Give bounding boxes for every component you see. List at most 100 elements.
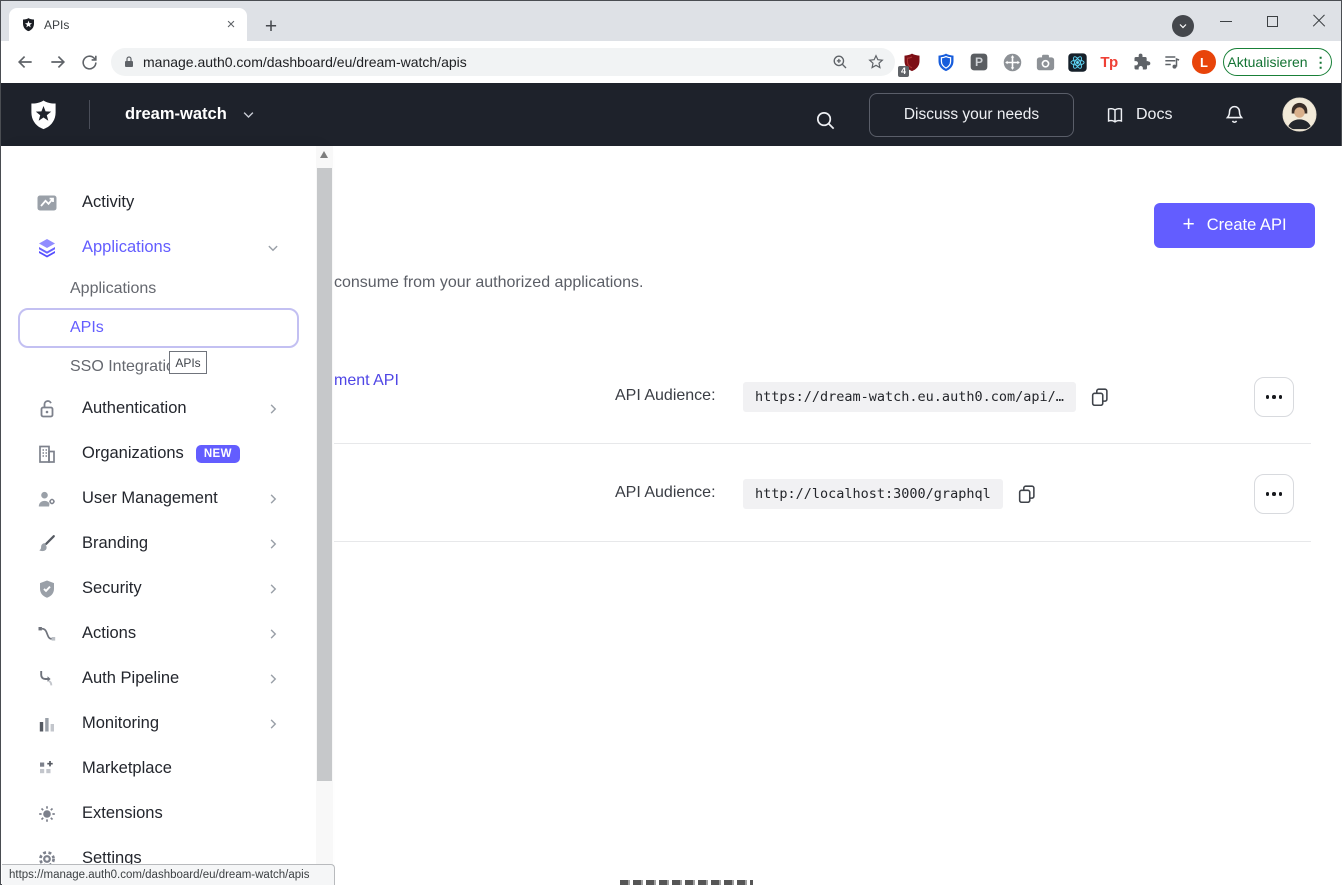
update-label: Aktualisieren: [1227, 54, 1307, 70]
sidebar-item-branding[interactable]: Branding: [2, 521, 316, 566]
copy-icon[interactable]: [1089, 386, 1111, 408]
docs-link[interactable]: Docs: [1104, 83, 1172, 146]
back-icon[interactable]: [9, 46, 41, 78]
discuss-your-needs-button[interactable]: Discuss your needs: [869, 93, 1074, 137]
api-audience-value: http://localhost:3000/graphql: [743, 479, 1003, 509]
sidebar-item-security[interactable]: Security: [2, 566, 316, 611]
flow-icon: [35, 622, 59, 646]
chevron-down-icon: [241, 107, 256, 122]
book-icon: [1104, 104, 1126, 126]
create-api-button[interactable]: + Create API: [1154, 203, 1315, 248]
plus-icon: +: [1182, 213, 1194, 237]
api-name-link[interactable]: ment API: [334, 372, 399, 390]
ublock-badge: 4: [898, 66, 909, 77]
camera-extension-icon[interactable]: [1033, 50, 1057, 74]
page-content: + Create API consume from your authorize…: [2, 146, 1342, 885]
tampermonkey-tp-extension-icon[interactable]: Tp: [1097, 50, 1121, 74]
apis-tooltip: APIs: [169, 351, 207, 374]
sidebar-item-actions[interactable]: Actions: [2, 611, 316, 656]
building-icon: [35, 442, 59, 466]
sidebar-item-marketplace[interactable]: Marketplace: [2, 746, 316, 791]
tenant-name: dream-watch: [125, 105, 227, 124]
sidebar-subitem-apis[interactable]: APIs: [2, 308, 316, 348]
lock-icon: [35, 397, 59, 421]
url-text: manage.auth0.com/dashboard/eu/dream-watc…: [143, 54, 831, 70]
close-button[interactable]: [1297, 1, 1341, 41]
row-menu-button[interactable]: [1254, 474, 1294, 514]
bookmark-star-icon[interactable]: [867, 53, 885, 71]
chevron-down-icon: [264, 239, 282, 257]
scrollbar-up-arrow[interactable]: [320, 151, 328, 158]
chevron-right-icon: [264, 625, 282, 643]
clipped-text-sliver: [620, 880, 753, 885]
page-intro-text: consume from your authorized application…: [334, 274, 644, 292]
tenant-switcher[interactable]: dream-watch: [125, 83, 256, 146]
sidebar-item-extensions[interactable]: Extensions: [2, 791, 316, 836]
playlist-extension-icon[interactable]: [1160, 50, 1184, 74]
chevron-right-icon: [264, 715, 282, 733]
auth0-logo[interactable]: [27, 98, 60, 131]
sidebar-scrollbar[interactable]: [316, 146, 333, 885]
sidebar-subitem-applications[interactable]: Applications: [2, 270, 316, 308]
bar-chart-icon: [35, 712, 59, 736]
browser-tab[interactable]: APIs ×: [9, 8, 247, 41]
grid-plus-icon: [35, 757, 59, 781]
extensions-burst-icon: [35, 802, 59, 826]
extensions-puzzle-icon[interactable]: [1129, 50, 1153, 74]
minimize-button[interactable]: [1204, 1, 1248, 41]
api-audience-label: API Audience:: [615, 387, 716, 405]
sidebar: Activity Applications Applications APIs …: [2, 146, 316, 885]
chevron-right-icon: [264, 670, 282, 688]
tab-search-button[interactable]: [1172, 15, 1194, 37]
browser-window: APIs × + manage.auth0.com/dashboard/eu/d…: [0, 0, 1342, 885]
react-devtools-extension-icon[interactable]: [1065, 50, 1089, 74]
sidebar-item-user-management[interactable]: User Management: [2, 476, 316, 521]
scrollbar-thumb[interactable]: [317, 168, 332, 781]
copy-icon[interactable]: [1016, 483, 1038, 505]
shield-check-icon: [35, 577, 59, 601]
chevron-right-icon: [264, 490, 282, 508]
move-tool-extension-icon[interactable]: [1000, 50, 1024, 74]
zoom-indicator-icon[interactable]: [831, 53, 849, 71]
titlebar: APIs × +: [1, 1, 1341, 41]
sidebar-item-organizations[interactable]: Organizations NEW: [2, 431, 316, 476]
search-icon[interactable]: [814, 109, 837, 132]
layers-icon: [35, 236, 59, 260]
chevron-right-icon: [264, 580, 282, 598]
new-tab-button[interactable]: +: [257, 13, 285, 41]
sidebar-item-monitoring[interactable]: Monitoring: [2, 701, 316, 746]
pipeline-icon: [35, 667, 59, 691]
tab-close-icon[interactable]: ×: [223, 17, 239, 33]
chrome-update-button[interactable]: Aktualisieren ⋮: [1223, 48, 1332, 76]
reload-icon[interactable]: [73, 46, 105, 78]
maximize-button[interactable]: [1250, 1, 1294, 41]
api-audience-label: API Audience:: [615, 484, 716, 502]
p-extension-letter: P: [967, 50, 991, 74]
forward-icon[interactable]: [42, 46, 74, 78]
p-extension-icon[interactable]: P: [967, 50, 991, 74]
new-badge: NEW: [196, 445, 240, 463]
tab-title: APIs: [44, 18, 223, 32]
browser-toolbar: manage.auth0.com/dashboard/eu/dream-watc…: [1, 41, 1341, 83]
sidebar-item-applications[interactable]: Applications: [2, 225, 316, 270]
nav-divider: [89, 100, 90, 129]
chrome-profile-avatar[interactable]: L: [1192, 50, 1216, 74]
user-avatar[interactable]: [1282, 97, 1317, 132]
sidebar-subitem-sso-integrations[interactable]: SSO Integrations: [2, 348, 316, 386]
ublock-extension-icon[interactable]: 4: [900, 50, 924, 74]
chevron-right-icon: [264, 535, 282, 553]
bitwarden-extension-icon[interactable]: [934, 50, 958, 74]
address-bar[interactable]: manage.auth0.com/dashboard/eu/dream-watc…: [111, 48, 895, 76]
sidebar-item-auth-pipeline[interactable]: Auth Pipeline: [2, 656, 316, 701]
auth0-navbar: dream-watch Discuss your needs Docs: [1, 83, 1341, 146]
api-audience-value: https://dream-watch.eu.auth0.com/api/…: [743, 382, 1076, 412]
user-gear-icon: [35, 487, 59, 511]
sidebar-item-activity[interactable]: Activity: [2, 180, 316, 225]
notifications-bell-icon[interactable]: [1223, 103, 1246, 126]
chrome-menu-icon: ⋮: [1314, 54, 1328, 71]
chevron-right-icon: [264, 400, 282, 418]
sidebar-item-authentication[interactable]: Authentication: [2, 386, 316, 431]
row-menu-button[interactable]: [1254, 377, 1294, 417]
auth0-favicon: [21, 17, 36, 32]
tp-extension-label: Tp: [1100, 54, 1117, 71]
